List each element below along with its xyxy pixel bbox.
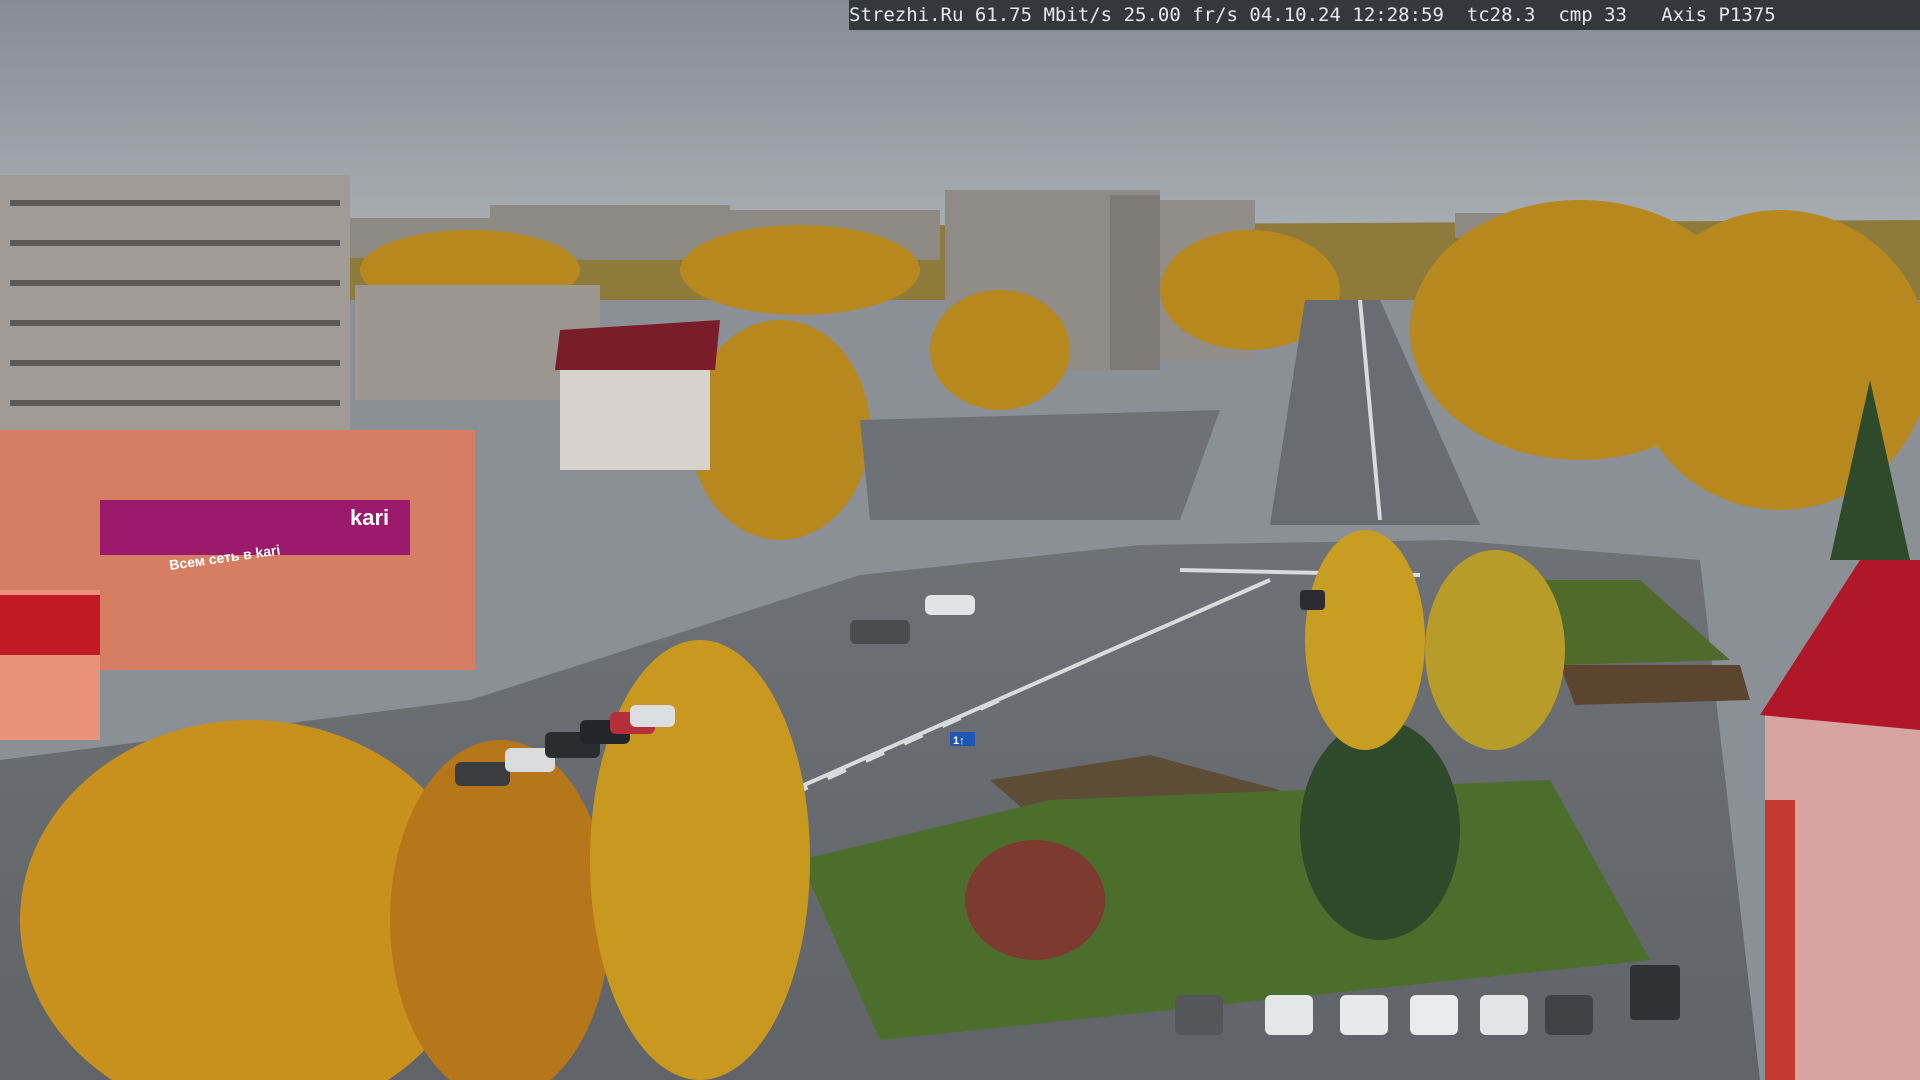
- overlay-date: 04.10.24: [1249, 4, 1341, 26]
- overlay-time: 12:28:59: [1352, 4, 1444, 26]
- camera-info-overlay: Strezhi.Ru 61.75 Mbit/s 25.00 fr/s 04.10…: [849, 0, 1920, 30]
- red-roof-building: [555, 320, 720, 470]
- overlay-site: Strezhi.Ru: [849, 4, 964, 26]
- overlay-tc: tc28.3: [1466, 4, 1536, 26]
- overlay-cmp: cmp 33: [1558, 4, 1627, 26]
- overlay-camera: Axis P1375: [1661, 4, 1776, 26]
- store-logo: kari: [350, 505, 389, 530]
- webcam-scene: kari Всем сеть в kari 1↑: [0, 0, 1920, 1080]
- overlay-framerate: 25.00 fr/s: [1123, 4, 1238, 26]
- street-sign-label: 1↑: [953, 735, 965, 747]
- overlay-bitrate: 61.75 Mbit/s: [974, 4, 1113, 26]
- right-red-building: [1760, 560, 1920, 1080]
- kari-store: [0, 430, 475, 740]
